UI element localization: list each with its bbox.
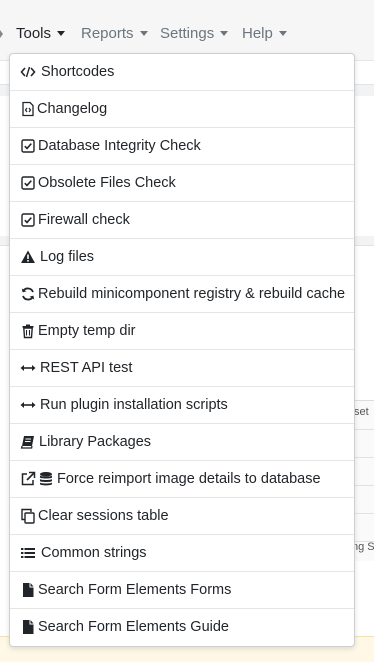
menu-item-label: Database Integrity Check bbox=[38, 138, 201, 154]
menu-item-label: Clear sessions table bbox=[38, 508, 169, 524]
menu-item-rebuild-minicomponent-registry[interactable]: Rebuild minicomponent registry & rebuild… bbox=[10, 276, 354, 313]
menu-item-obsolete-files-check[interactable]: Obsolete Files Check bbox=[10, 165, 354, 202]
menu-item-changelog[interactable]: Changelog bbox=[10, 91, 354, 128]
menu-item-search-form-elements-guide[interactable]: Search Form Elements Guide bbox=[10, 609, 354, 646]
code-icon bbox=[20, 64, 36, 80]
page: Tools Reports Settings Help set ng S Sho… bbox=[0, 0, 374, 662]
menu-item-common-strings[interactable]: Common strings bbox=[10, 535, 354, 572]
menu-item-database-integrity-check[interactable]: Database Integrity Check bbox=[10, 128, 354, 165]
menu-item-label: Empty temp dir bbox=[38, 323, 136, 339]
menu-item-log-files[interactable]: Log files bbox=[10, 239, 354, 276]
menu-item-label: Rebuild minicomponent registry & rebuild… bbox=[38, 286, 346, 302]
copy-icon bbox=[20, 508, 36, 524]
nav-settings-label: Settings bbox=[160, 25, 215, 42]
menu-item-label: Force reimport image details to database bbox=[57, 471, 321, 487]
menu-item-label: Changelog bbox=[37, 101, 108, 117]
menu-item-clear-sessions-table[interactable]: Clear sessions table bbox=[10, 498, 354, 535]
check-square-icon bbox=[20, 175, 36, 191]
menu-item-force-reimport-image-details[interactable]: Force reimport image details to database bbox=[10, 461, 354, 498]
menu-item-label: Log files bbox=[40, 249, 95, 265]
sync-icon bbox=[20, 286, 36, 302]
caret-left-icon bbox=[0, 30, 3, 38]
menu-item-label: Shortcodes bbox=[41, 64, 115, 80]
menu-item-label: Run plugin installation scripts bbox=[40, 397, 228, 413]
nav-tools-label: Tools bbox=[16, 25, 52, 42]
nav-settings-dropdown[interactable]: Settings bbox=[160, 24, 229, 44]
nav-help-dropdown[interactable]: Help bbox=[242, 24, 287, 44]
menu-item-label: Search Form Elements Forms bbox=[38, 582, 232, 598]
file-icon bbox=[20, 582, 36, 598]
menu-item-firewall-check[interactable]: Firewall check bbox=[10, 202, 354, 239]
menu-item-label: Firewall check bbox=[38, 212, 130, 228]
trash-icon bbox=[20, 323, 36, 339]
nav-reports-dropdown[interactable]: Reports bbox=[81, 24, 148, 44]
top-navbar: Tools Reports Settings Help bbox=[0, 0, 374, 61]
menu-item-label: REST API test bbox=[40, 360, 133, 376]
warning-icon bbox=[20, 249, 36, 265]
database-icon bbox=[38, 471, 54, 487]
arrows-h-icon bbox=[20, 397, 36, 413]
menu-item-label: Common strings bbox=[41, 545, 147, 561]
list-icon bbox=[20, 545, 36, 561]
caret-down-icon bbox=[220, 31, 229, 36]
menu-item-search-form-elements-forms[interactable]: Search Form Elements Forms bbox=[10, 572, 354, 609]
book-icon bbox=[20, 434, 36, 450]
file-icon bbox=[20, 619, 36, 635]
menu-item-label: Search Form Elements Guide bbox=[38, 619, 229, 635]
nav-help-label: Help bbox=[242, 25, 273, 42]
nav-tools-dropdown[interactable]: Tools bbox=[16, 24, 66, 44]
menu-item-label: Library Packages bbox=[39, 434, 152, 450]
tools-dropdown-menu: Shortcodes Changelog Database Integrity … bbox=[9, 53, 355, 647]
menu-item-shortcodes[interactable]: Shortcodes bbox=[10, 54, 354, 91]
menu-item-rest-api-test[interactable]: REST API test bbox=[10, 350, 354, 387]
arrows-h-icon bbox=[20, 360, 36, 376]
menu-item-library-packages[interactable]: Library Packages bbox=[10, 424, 354, 461]
background-table-footer: ng S bbox=[352, 541, 374, 553]
nav-reports-label: Reports bbox=[81, 25, 134, 42]
external-link-icon bbox=[20, 471, 36, 487]
check-square-icon bbox=[20, 212, 36, 228]
caret-down-icon bbox=[57, 31, 66, 36]
caret-down-icon bbox=[139, 31, 148, 36]
menu-item-empty-temp-dir[interactable]: Empty temp dir bbox=[10, 313, 354, 350]
menu-item-run-plugin-installation-scripts[interactable]: Run plugin installation scripts bbox=[10, 387, 354, 424]
code-file-icon bbox=[20, 101, 36, 117]
menu-item-label: Obsolete Files Check bbox=[38, 175, 176, 191]
caret-down-icon bbox=[278, 31, 287, 36]
background-table-header: set bbox=[354, 406, 369, 418]
check-square-icon bbox=[20, 138, 36, 154]
